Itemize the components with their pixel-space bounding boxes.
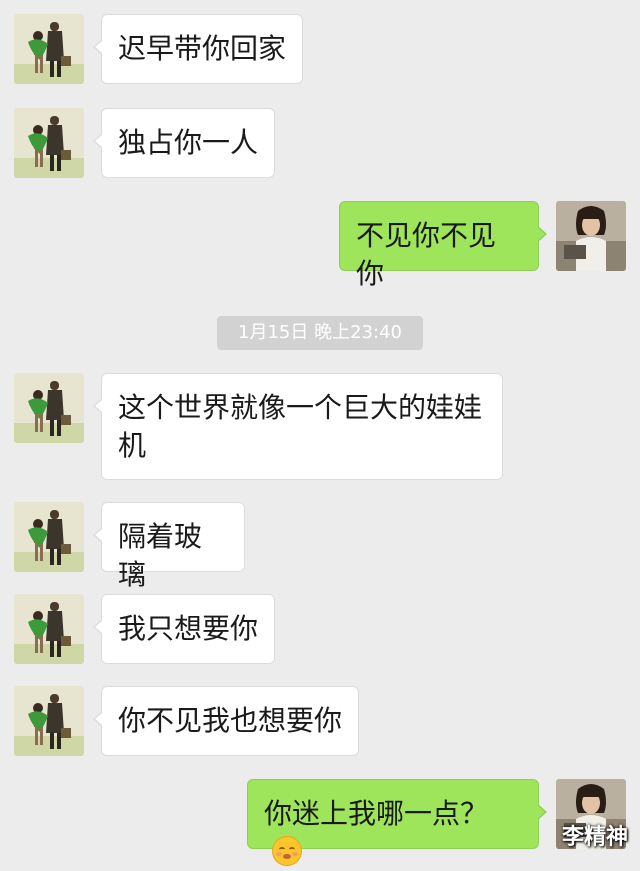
message-text: 不见你不见你	[356, 219, 497, 290]
blushing-smile-emoji-icon	[272, 836, 302, 866]
my-avatar[interactable]	[556, 201, 626, 271]
outgoing-message-bubble[interactable]: 你迷上我哪一点？	[247, 779, 547, 866]
incoming-message-bubble[interactable]: 隔着玻璃	[93, 502, 245, 591]
message-text: 你迷上我哪一点？	[264, 797, 489, 830]
message-text: 你不见我也想要你	[118, 704, 343, 737]
incoming-message-bubble[interactable]: 独占你一人	[93, 108, 275, 178]
message-text: 我只想要你	[118, 612, 259, 645]
outgoing-message-bubble[interactable]: 不见你不见你	[339, 201, 547, 290]
watermark-text: 李精神	[561, 825, 628, 850]
incoming-message-bubble[interactable]: 迟早带你回家	[93, 14, 303, 84]
incoming-message-bubble[interactable]: 我只想要你	[93, 594, 275, 664]
contact-avatar[interactable]	[14, 14, 84, 84]
message-text: 隔着玻璃	[118, 520, 203, 591]
incoming-message-bubble[interactable]: 这个世界就像一个巨大的娃娃机	[93, 373, 503, 480]
timestamp-label: 1月15日 晚上23:40	[217, 316, 423, 350]
contact-avatar[interactable]	[14, 108, 84, 178]
message-text: 迟早带你回家	[118, 32, 287, 65]
contact-avatar[interactable]	[14, 502, 84, 572]
message-text: 独占你一人	[118, 126, 259, 159]
incoming-message-bubble[interactable]: 你不见我也想要你	[93, 686, 359, 756]
contact-avatar[interactable]	[14, 373, 84, 443]
contact-avatar[interactable]	[14, 686, 84, 756]
contact-avatar[interactable]	[14, 594, 84, 664]
message-text: 这个世界就像一个巨大的娃娃机	[118, 391, 483, 462]
